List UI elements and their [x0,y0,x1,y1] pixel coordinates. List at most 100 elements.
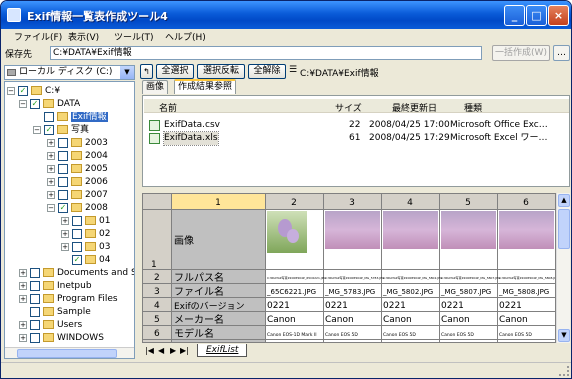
tree-checkbox[interactable]: ✓ [44,124,54,135]
cell-label[interactable]: Exifのバージョン [174,301,245,312]
column-type[interactable]: 種類 [464,101,482,114]
tree-checkbox[interactable] [58,150,68,161]
menu-view[interactable]: 表示(V) [68,30,99,43]
expand-icon[interactable]: + [47,151,55,160]
tree-node[interactable]: +2006 [47,176,108,188]
drive-selector[interactable]: ローカル ディスク (C:) ▼ [4,65,135,80]
col-header[interactable]: 3 [349,198,355,208]
expand-icon[interactable]: + [47,190,55,199]
menu-file[interactable]: ファイル(F) [14,30,62,43]
tab-images[interactable]: 画像 [142,80,169,94]
data-cell[interactable]: C:¥DATA¥写真¥2008¥04¥_65C6221.JPG [267,275,327,280]
tree-checkbox[interactable] [30,280,40,291]
expand-icon[interactable]: + [19,294,27,303]
tree-node[interactable]: − ✓ 2008 [47,202,108,214]
col-header[interactable]: 4 [407,198,413,208]
cell-label[interactable]: メーカー名 [174,313,224,326]
col-header[interactable]: 5 [465,198,471,208]
data-cell[interactable]: C:¥DATA¥写真¥2008¥04¥_MG_5808.JPG [499,275,556,280]
expand-icon[interactable]: + [61,216,69,225]
scrollbar-thumb[interactable] [558,209,570,249]
tree-node[interactable]: +01 [61,215,110,227]
tree-checkbox[interactable] [58,189,68,200]
col-header[interactable]: 2 [291,198,297,208]
data-cell[interactable]: Canon EOS 5D [499,332,532,338]
tree-node[interactable]: − ✓ 写真 [33,124,89,136]
data-cell[interactable]: Canon [499,315,528,325]
tree-checkbox[interactable]: ✓ [30,98,40,109]
tree-checkbox[interactable]: ✓ [58,202,68,213]
scroll-up-icon[interactable]: ▲ [558,194,570,207]
tree-checkbox[interactable] [30,267,40,278]
invert-selection-button[interactable]: 選択反転 [197,64,245,79]
scrollbar-thumb[interactable] [17,349,117,358]
save-destination-input[interactable]: C:¥DATA¥Exif情報 [50,46,482,60]
resize-grip-icon[interactable] [559,366,569,376]
tree-node[interactable]: +2005 [47,163,108,175]
tree-node[interactable]: +2004 [47,150,108,162]
tree-node[interactable]: − ✓ C:¥ [7,85,60,97]
tree-checkbox[interactable]: ✓ [18,85,28,96]
tree-checkbox[interactable] [30,332,40,343]
tree-node[interactable]: Sample [19,306,91,318]
expand-icon[interactable]: + [19,320,27,329]
tree-node[interactable]: − ✓ DATA [19,98,80,110]
cell-label[interactable]: フルパス名 [174,271,224,284]
data-cell[interactable]: _65C6221.JPG [266,288,316,296]
photo-thumbnail[interactable] [441,211,496,249]
tree-horizontal-scrollbar[interactable] [5,347,134,358]
row-header[interactable]: 3 [154,287,160,297]
data-cell[interactable]: _MG_5802.JPG [382,288,433,296]
data-cell[interactable]: Canon [267,315,296,325]
last-sheet-icon[interactable]: ▶| [180,346,189,355]
tree-node[interactable]: + Inetpub [19,280,92,292]
tree-checkbox[interactable] [30,319,40,330]
tree-node[interactable]: +02 [61,228,110,240]
data-cell[interactable]: 0221 [325,301,348,311]
tree-node[interactable]: +2003 [47,137,108,149]
column-date[interactable]: 最終更新日 [392,101,437,114]
batch-create-button[interactable]: 一括作成(W) [492,45,550,61]
data-cell[interactable]: Canon EOS 5D [325,332,358,338]
collapse-icon[interactable]: − [7,86,15,95]
first-sheet-icon[interactable]: |◀ [145,346,154,355]
data-cell[interactable]: C:¥DATA¥写真¥2008¥04¥_MG_5807.JPG [441,275,501,280]
data-cell[interactable]: C:¥DATA¥写真¥2008¥04¥_MG_5802.JPG [383,275,443,280]
tree-checkbox[interactable] [72,215,82,226]
collapse-icon[interactable]: − [33,125,41,134]
data-cell[interactable]: Canon EOS 5D [441,332,474,338]
expand-icon[interactable]: + [19,281,27,290]
row-header[interactable]: 2 [154,273,160,283]
expand-icon[interactable]: + [47,177,55,186]
tree-checkbox[interactable] [30,306,40,317]
data-cell[interactable]: Canon [383,315,412,325]
tab-results[interactable]: 作成結果参照 [174,79,237,94]
tree-node[interactable]: + WINDOWS [19,332,104,344]
photo-thumbnail[interactable] [325,211,380,249]
expand-icon[interactable]: + [47,138,55,147]
column-size[interactable]: サイズ [335,101,362,114]
row-header[interactable]: 5 [154,315,160,325]
expand-icon[interactable]: + [61,242,69,251]
cell-label[interactable]: モデル名 [174,327,214,340]
cell-label[interactable]: 画像 [174,235,194,247]
data-cell[interactable]: _MG_5807.JPG [440,288,491,296]
tree-node[interactable]: + Users [19,319,82,331]
up-folder-icon[interactable]: ↰ [140,64,153,79]
data-cell[interactable]: _MG_5783.JPG [324,288,375,296]
data-cell[interactable]: 0221 [441,301,464,311]
tree-checkbox[interactable] [58,137,68,148]
data-cell[interactable]: 0221 [383,301,406,311]
tree-checkbox[interactable] [58,176,68,187]
prev-sheet-icon[interactable]: ◀ [158,346,164,355]
title-bar[interactable]: Exif情報一覧表作成ツール4 _ □ × [1,1,571,29]
tree-node[interactable]: +2007 [47,189,108,201]
tree-node[interactable]: ✓ 04 [61,254,110,266]
clear-selection-button[interactable]: 全解除 [248,64,286,79]
minimize-button[interactable]: _ [504,5,525,26]
tree-checkbox[interactable] [58,163,68,174]
data-cell[interactable]: Canon [325,315,354,325]
collapse-icon[interactable]: − [47,203,55,212]
col-header[interactable]: 6 [523,198,529,208]
col-header[interactable]: 1 [215,198,221,208]
